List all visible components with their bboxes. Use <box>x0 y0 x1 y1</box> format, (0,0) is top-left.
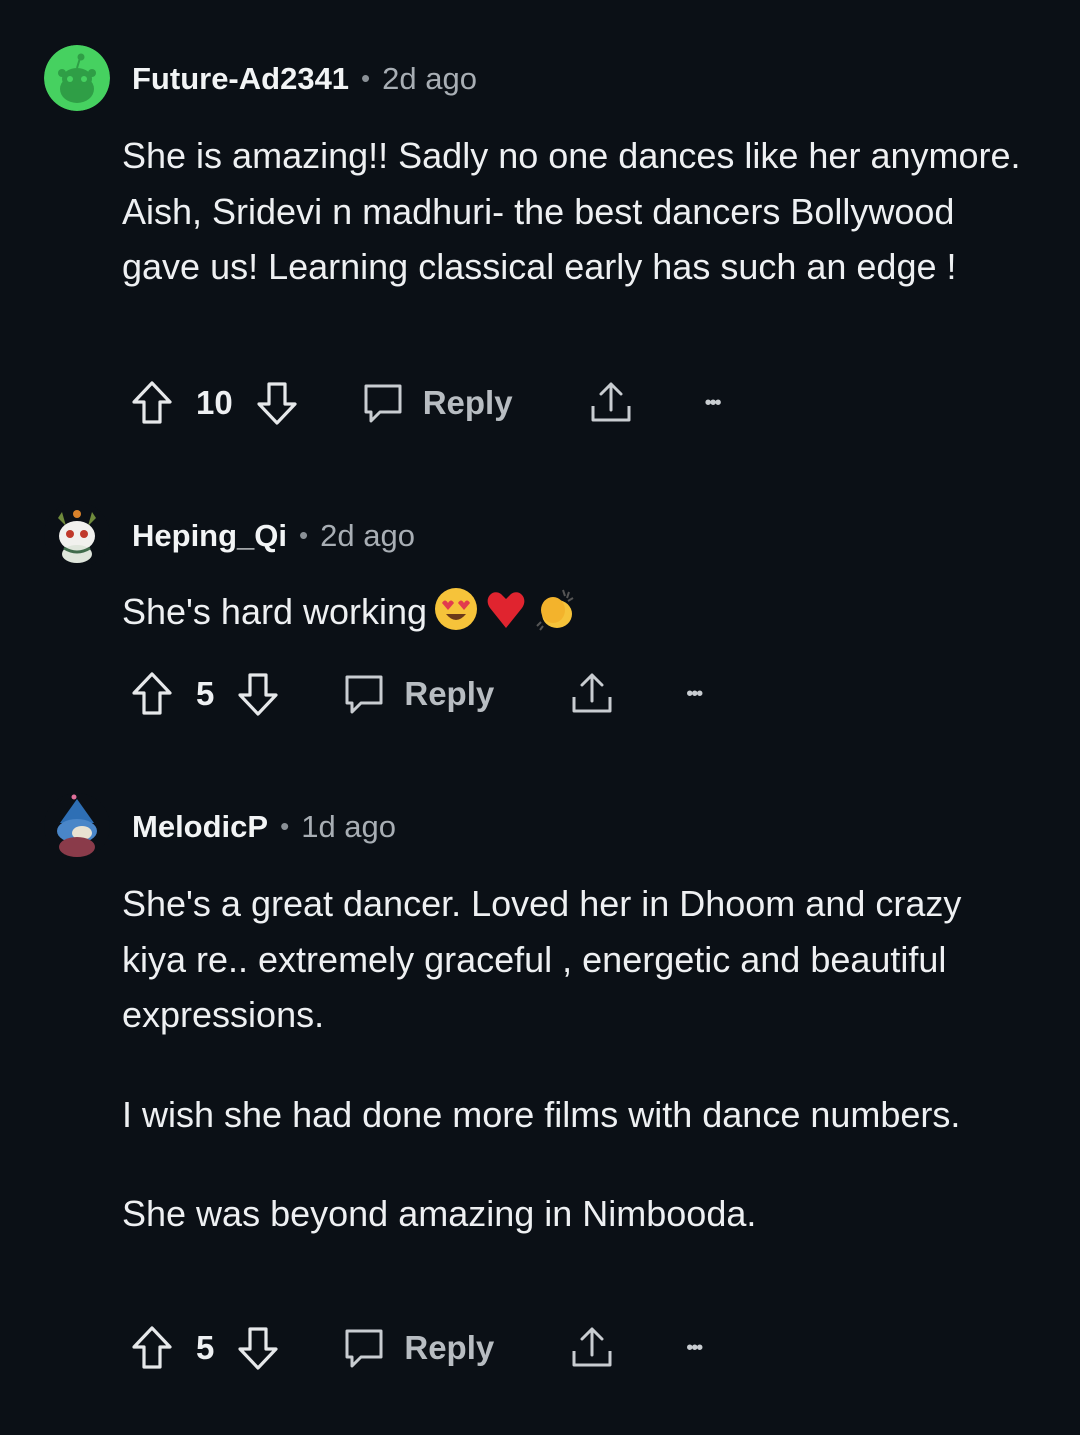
vote-count: 5 <box>196 675 215 712</box>
share-button[interactable] <box>589 380 633 426</box>
heart-eyes-emoji-icon <box>435 588 478 630</box>
downvote-button[interactable] <box>255 380 299 426</box>
separator-dot: • <box>299 520 309 550</box>
avatar[interactable] <box>44 793 110 859</box>
reply-bubble-icon <box>345 675 383 714</box>
username[interactable]: Heping_Qi <box>132 520 287 551</box>
comment-body: She is amazing!! Sadly no one dances lik… <box>122 128 1022 295</box>
upvote-button[interactable] <box>130 380 174 426</box>
wizard-avatar-icon <box>44 793 110 859</box>
share-button[interactable] <box>570 1325 614 1371</box>
comment-paragraph: She was beyond amazing in Nimbooda. <box>122 1193 757 1234</box>
upvote-arrow-icon <box>132 381 172 424</box>
comment-actions: 5 Reply ••• <box>130 1318 703 1378</box>
timestamp: 1d ago <box>301 808 397 844</box>
reply-bubble-icon <box>345 1329 383 1368</box>
red-heart-emoji-icon <box>487 592 525 628</box>
comment-header: Future-Ad2341 • 2d ago <box>44 44 477 112</box>
cat-avatar-icon <box>44 502 110 568</box>
share-icon <box>572 673 612 713</box>
share-button[interactable] <box>570 671 614 717</box>
more-options-icon: ••• <box>686 682 703 705</box>
downvote-arrow-icon <box>257 382 297 425</box>
upvote-button[interactable] <box>130 1325 174 1371</box>
reply-button[interactable]: Reply <box>342 672 494 716</box>
more-options-button[interactable]: ••• <box>704 391 722 415</box>
upvote-arrow-icon <box>132 1326 172 1369</box>
downvote-button[interactable] <box>236 1325 280 1371</box>
avatar[interactable] <box>44 45 110 111</box>
downvote-button[interactable] <box>236 671 280 717</box>
comment-paragraph: She's hard working <box>122 584 1022 640</box>
reply-label: Reply <box>404 675 495 712</box>
timestamp: 2d ago <box>382 60 477 96</box>
comment-actions: 5 Reply ••• <box>130 664 703 724</box>
comment-body: She's a great dancer. Loved her in Dhoom… <box>122 876 1022 1242</box>
vote-count: 10 <box>196 384 233 421</box>
clapping-hands-emoji-icon <box>536 589 574 631</box>
reply-button[interactable]: Reply <box>361 381 513 425</box>
username[interactable]: Future-Ad2341 <box>132 63 349 94</box>
comment-header: Heping_Qi • 2d ago <box>44 501 415 569</box>
upvote-button[interactable] <box>130 671 174 717</box>
snoo-avatar-icon <box>44 45 110 111</box>
share-icon <box>591 382 631 422</box>
reply-bubble-icon <box>364 384 402 423</box>
timestamp: 2d ago <box>320 517 415 553</box>
comment-text: She's hard working <box>122 591 428 632</box>
downvote-arrow-icon <box>238 673 278 716</box>
username[interactable]: MelodicP <box>132 811 268 842</box>
comment-header: MelodicP • 1d ago <box>44 792 396 860</box>
comment-body: She's hard working <box>122 584 1022 640</box>
separator-dot: • <box>280 811 290 841</box>
upvote-arrow-icon <box>132 672 172 715</box>
comment-paragraph: She's a great dancer. Loved her in Dhoom… <box>122 883 962 1035</box>
comment-paragraph: She is amazing!! Sadly no one dances lik… <box>122 135 1021 287</box>
more-options-button[interactable]: ••• <box>686 682 703 706</box>
reply-button[interactable]: Reply <box>342 1326 494 1370</box>
more-options-button[interactable]: ••• <box>686 1336 703 1360</box>
comment-paragraph: I wish she had done more films with danc… <box>122 1093 961 1135</box>
more-options-icon: ••• <box>704 391 722 414</box>
more-options-icon: ••• <box>686 1336 703 1359</box>
avatar[interactable] <box>44 502 110 568</box>
downvote-arrow-icon <box>238 1327 278 1370</box>
comment-actions: 10 Reply ••• <box>130 373 722 433</box>
vote-count: 5 <box>196 1329 215 1366</box>
share-icon <box>572 1327 612 1367</box>
reply-label: Reply <box>422 384 513 421</box>
separator-dot: • <box>361 63 371 93</box>
reply-label: Reply <box>404 1329 495 1366</box>
